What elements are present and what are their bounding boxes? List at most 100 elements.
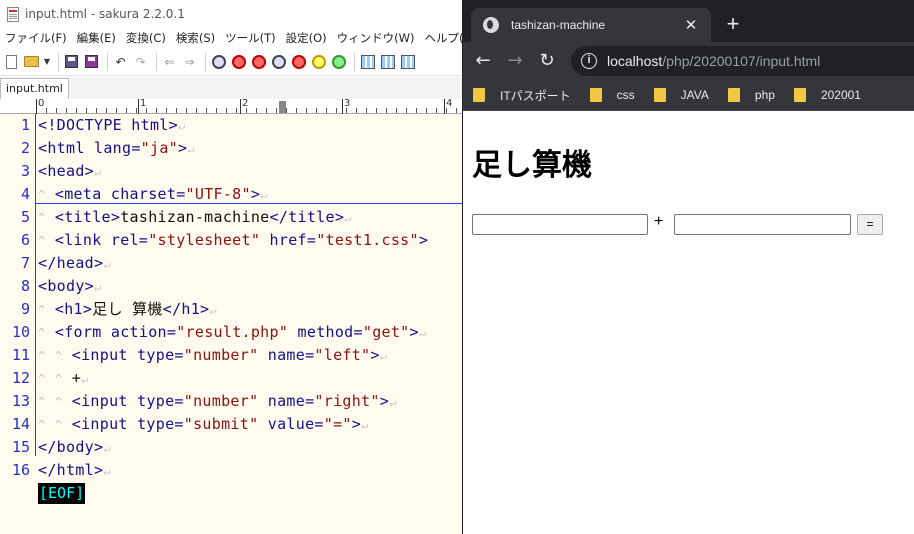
gutter-divider	[35, 114, 36, 456]
page-title: 足し算機	[472, 148, 592, 183]
left-number-input[interactable]	[472, 214, 648, 235]
save-all-disk-icon	[85, 55, 98, 68]
code-token: rel=	[110, 231, 149, 249]
reload-button[interactable]: ↻	[535, 49, 559, 73]
search-next-button[interactable]	[250, 53, 267, 70]
jump-back-button[interactable]: ⇐	[161, 53, 178, 70]
code-token: "right"	[314, 392, 380, 410]
code-token: >	[250, 185, 261, 203]
code-token: "test1.css"	[316, 231, 419, 249]
settings-button[interactable]	[399, 53, 416, 70]
line-number: 5	[20, 208, 30, 226]
code-line-8: <body>↵	[38, 275, 102, 298]
menu-edit[interactable]: 編集(E)	[72, 30, 121, 46]
editor-tab-row: input.html	[0, 77, 462, 99]
code-line-2: <html lang="ja">↵	[38, 137, 195, 160]
code-line-15: </body>↵	[38, 436, 111, 459]
menu-settings[interactable]: 設定(O)	[281, 30, 332, 46]
line-number: 3	[20, 162, 30, 180]
bookmark-php[interactable]: php	[727, 88, 775, 102]
indent-mark: ^	[54, 372, 63, 386]
save-button[interactable]	[63, 53, 80, 70]
address-bar[interactable]: i localhost/php/20200107/input.html	[571, 46, 914, 76]
mark-clear-button[interactable]	[310, 53, 327, 70]
menu-help[interactable]: ヘルプ(H)	[420, 30, 462, 46]
code-line-1: <!DOCTYPE html>↵	[38, 114, 186, 137]
return-mark: ↵	[418, 326, 427, 340]
toolbar-separator	[58, 52, 59, 71]
eof-marker: [EOF]	[38, 483, 86, 504]
line-number: 6	[20, 231, 30, 249]
code-token: "ja"	[140, 139, 178, 157]
return-mark: ↵	[94, 280, 102, 294]
folder-icon	[653, 88, 666, 102]
ruler-major-tick	[240, 99, 241, 114]
return-mark: ↵	[361, 418, 369, 432]
browser-tab-active[interactable]: tashizan-machine ✕	[471, 8, 711, 42]
bookmark-it-passport[interactable]: ITパスポート	[473, 87, 571, 104]
indent-mark: ^	[38, 326, 46, 340]
compare-button[interactable]	[379, 53, 396, 70]
indent-mark: ^	[38, 211, 46, 225]
indent-mark: ^	[54, 349, 63, 363]
code-token: <meta	[54, 185, 102, 203]
bookmark-css[interactable]: css	[589, 88, 635, 102]
line-number: 4	[20, 185, 30, 203]
menu-file[interactable]: ファイル(F)	[0, 30, 72, 46]
menu-window[interactable]: ウィンドウ(W)	[332, 30, 420, 46]
close-tab-icon[interactable]: ✕	[683, 16, 699, 34]
info-icon[interactable]: i	[581, 53, 597, 69]
outline-button[interactable]	[359, 53, 376, 70]
url-text: localhost/php/20200107/input.html	[607, 53, 820, 69]
undo-button[interactable]: ↶	[112, 53, 129, 70]
tag-jump-button[interactable]	[330, 53, 347, 70]
forward-button[interactable]: →	[503, 49, 527, 73]
menu-tools[interactable]: ツール(T)	[220, 30, 281, 46]
undo-icon: ↶	[115, 54, 126, 69]
ruler-number: 1	[140, 98, 147, 109]
code-token: "number"	[183, 392, 259, 410]
code-token: <input	[71, 415, 128, 433]
redo-button[interactable]: ↷	[132, 53, 149, 70]
back-button[interactable]: ←	[471, 49, 495, 73]
indent-mark: ^	[38, 188, 46, 202]
tab-input-html[interactable]: input.html	[0, 78, 69, 99]
line-number: 15	[11, 438, 30, 456]
grep-button[interactable]	[290, 53, 307, 70]
save-all-button[interactable]	[83, 53, 100, 70]
ruler-number: 4	[446, 98, 453, 109]
return-mark: ↵	[389, 395, 397, 409]
ruler-number: 0	[38, 98, 45, 109]
code-token: >	[370, 346, 380, 364]
jump-forward-button[interactable]: ⇒	[181, 53, 198, 70]
browser-toolbar: ← → ↻ i localhost/php/20200107/input.htm…	[463, 42, 914, 80]
search-prev-button[interactable]	[230, 53, 247, 70]
indent-mark: ^	[38, 395, 46, 409]
code-token: 足し 算機	[92, 300, 163, 318]
equals-submit-button[interactable]: =	[857, 214, 883, 235]
menu-search[interactable]: 検索(S)	[171, 30, 220, 46]
bookmark-java[interactable]: JAVA	[653, 88, 709, 102]
ruler-corner	[0, 99, 36, 114]
new-file-button[interactable]	[3, 53, 20, 70]
new-tab-button[interactable]: +	[721, 12, 745, 36]
search-button[interactable]	[210, 53, 227, 70]
tab-title: tashizan-machine	[511, 18, 606, 32]
open-file-button[interactable]	[23, 53, 40, 70]
settings-icon	[400, 54, 415, 69]
arrow-left-icon: ←	[475, 50, 491, 71]
code-token: name=	[267, 346, 315, 364]
menu-convert[interactable]: 変換(C)	[121, 30, 171, 46]
folder-icon	[793, 88, 806, 102]
bookmark-202001[interactable]: 202001	[793, 88, 861, 102]
line-number: 7	[20, 254, 30, 272]
code-token: >	[409, 323, 419, 341]
replace-button[interactable]	[270, 53, 287, 70]
right-number-input[interactable]	[674, 214, 851, 235]
indent-mark: ^	[38, 418, 46, 432]
code-line-13: ^ ^ <input type="number" name="right">↵	[38, 390, 397, 413]
bookmark-label: css	[616, 88, 635, 102]
open-dropdown-button[interactable]: ▼	[43, 53, 51, 70]
line-number: 2	[20, 139, 30, 157]
code-token: "UTF-8"	[185, 185, 251, 203]
